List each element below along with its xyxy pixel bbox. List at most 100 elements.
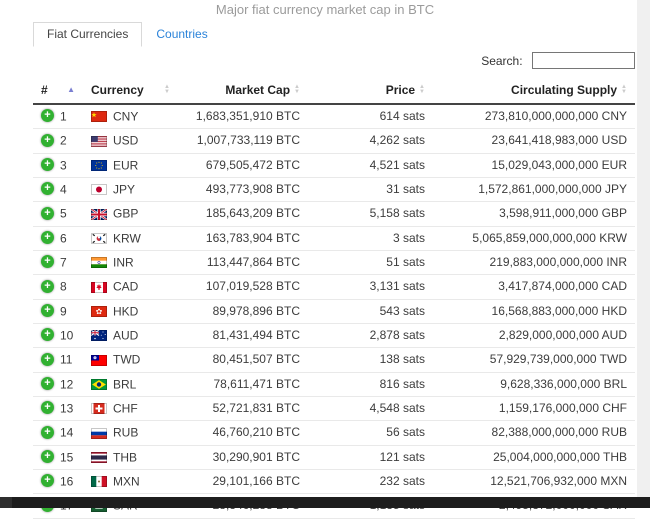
column-header-price[interactable]: Price▲▼: [308, 79, 433, 104]
rank-value: 14: [60, 426, 73, 440]
currency-code: THB: [113, 450, 137, 464]
price-cell: 3,131 sats: [308, 275, 433, 299]
currency-cell: GBP: [83, 202, 178, 226]
expand-row-icon[interactable]: +: [41, 450, 54, 463]
sort-both-icon: ▲▼: [164, 85, 170, 95]
rank-value: 12: [60, 377, 73, 391]
expand-row-icon[interactable]: +: [41, 207, 54, 220]
table-row: +11 TWD 80,451,507 BTC 138 sats 57,929,7…: [33, 348, 635, 372]
rank-cell: +6: [33, 226, 83, 250]
rank-cell: +11: [33, 348, 83, 372]
flag-icon-hkd: [91, 306, 107, 317]
flag-icon-inr: [91, 257, 107, 268]
table-header-row: #▲ Currency▲▼ Market Cap▲▼ Price▲▼ Circu…: [33, 79, 635, 104]
sort-both-icon: ▲▼: [419, 85, 425, 95]
flag-icon-usd: [91, 136, 107, 147]
expand-row-icon[interactable]: +: [41, 304, 54, 317]
currency-code: CNY: [113, 109, 138, 123]
currency-code: MXN: [113, 474, 140, 488]
currency-code: EUR: [113, 158, 138, 172]
rank-value: 2: [60, 134, 67, 148]
market-cap-cell: 81,431,494 BTC: [178, 323, 308, 347]
price-cell: 31 sats: [308, 177, 433, 201]
currency-cell: TWD: [83, 348, 178, 372]
expand-row-icon[interactable]: +: [41, 353, 54, 366]
currency-cell: INR: [83, 250, 178, 274]
currency-cell: HKD: [83, 299, 178, 323]
price-cell: 51 sats: [308, 250, 433, 274]
supply-cell: 3,417,874,000,000 CAD: [433, 275, 635, 299]
expand-row-icon[interactable]: +: [41, 182, 54, 195]
flag-icon-cad: [91, 282, 107, 293]
fiat-currency-table: #▲ Currency▲▼ Market Cap▲▼ Price▲▼ Circu…: [33, 79, 635, 519]
price-cell: 232 sats: [308, 469, 433, 493]
price-cell: 3 sats: [308, 226, 433, 250]
table-row: +10 AUD 81,431,494 BTC 2,878 sats 2,829,…: [33, 323, 635, 347]
page-edge-strip: [637, 0, 650, 497]
search-input[interactable]: [532, 52, 635, 69]
supply-cell: 15,029,043,000,000 EUR: [433, 153, 635, 177]
expand-row-icon[interactable]: +: [41, 426, 54, 439]
expand-row-icon[interactable]: +: [41, 328, 54, 341]
price-cell: 543 sats: [308, 299, 433, 323]
supply-cell: 82,388,000,000,000 RUB: [433, 421, 635, 445]
supply-cell: 16,568,883,000,000 HKD: [433, 299, 635, 323]
currency-cell: USD: [83, 129, 178, 153]
expand-row-icon[interactable]: +: [41, 134, 54, 147]
column-header-circulating-supply[interactable]: Circulating Supply▲▼: [433, 79, 635, 104]
expand-row-icon[interactable]: +: [41, 474, 54, 487]
currency-cell: CAD: [83, 275, 178, 299]
rank-cell: +15: [33, 445, 83, 469]
market-cap-cell: 1,007,733,119 BTC: [178, 129, 308, 153]
flag-icon-chf: [91, 403, 107, 414]
rank-cell: +13: [33, 396, 83, 420]
currency-code: HKD: [113, 304, 138, 318]
table-row: +15 THB 30,290,901 BTC 121 sats 25,004,0…: [33, 445, 635, 469]
rank-value: 4: [60, 182, 67, 196]
currency-cell: BRL: [83, 372, 178, 396]
currency-code: KRW: [113, 231, 141, 245]
supply-cell: 57,929,739,000,000 TWD: [433, 348, 635, 372]
supply-cell: 2,829,000,000,000 AUD: [433, 323, 635, 347]
column-header-rank[interactable]: #▲: [33, 79, 83, 104]
currency-code: CHF: [113, 401, 138, 415]
expand-row-icon[interactable]: +: [41, 231, 54, 244]
table-row: +4 JPY 493,773,908 BTC 31 sats 1,572,861…: [33, 177, 635, 201]
rank-value: 11: [60, 353, 72, 367]
currency-cell: RUB: [83, 421, 178, 445]
table-row: +9 HKD 89,978,896 BTC 543 sats 16,568,88…: [33, 299, 635, 323]
rank-cell: +5: [33, 202, 83, 226]
market-cap-cell: 679,505,472 BTC: [178, 153, 308, 177]
rank-cell: +3: [33, 153, 83, 177]
expand-row-icon[interactable]: +: [41, 255, 54, 268]
expand-row-icon[interactable]: +: [41, 280, 54, 293]
rank-value: 8: [60, 280, 67, 294]
tab-fiat-currencies[interactable]: Fiat Currencies: [33, 22, 142, 47]
expand-row-icon[interactable]: +: [41, 401, 54, 414]
flag-icon-thb: [91, 452, 107, 463]
expand-row-icon[interactable]: +: [41, 158, 54, 171]
column-header-currency[interactable]: Currency▲▼: [83, 79, 178, 104]
table-row: +16 MXN 29,101,166 BTC 232 sats 12,521,7…: [33, 469, 635, 493]
table-row: +13 CHF 52,721,831 BTC 4,548 sats 1,159,…: [33, 396, 635, 420]
rank-cell: +14: [33, 421, 83, 445]
flag-icon-eur: [91, 160, 107, 171]
supply-cell: 273,810,000,000,000 CNY: [433, 104, 635, 129]
expand-row-icon[interactable]: +: [41, 109, 54, 122]
currency-code: RUB: [113, 426, 138, 440]
flag-icon-brl: [91, 379, 107, 390]
price-cell: 4,521 sats: [308, 153, 433, 177]
search-bar: Search:: [33, 52, 635, 72]
currency-cell: CNY: [83, 104, 178, 129]
market-cap-cell: 89,978,896 BTC: [178, 299, 308, 323]
sort-ascending-icon: ▲: [67, 83, 75, 97]
rank-cell: +2: [33, 129, 83, 153]
currency-code: AUD: [113, 328, 138, 342]
table-row: +3 EUR 679,505,472 BTC 4,521 sats 15,029…: [33, 153, 635, 177]
expand-row-icon[interactable]: +: [41, 377, 54, 390]
column-header-market-cap[interactable]: Market Cap▲▼: [178, 79, 308, 104]
tab-countries[interactable]: Countries: [142, 22, 221, 47]
price-cell: 56 sats: [308, 421, 433, 445]
currency-cell: KRW: [83, 226, 178, 250]
search-label: Search:: [481, 54, 522, 68]
